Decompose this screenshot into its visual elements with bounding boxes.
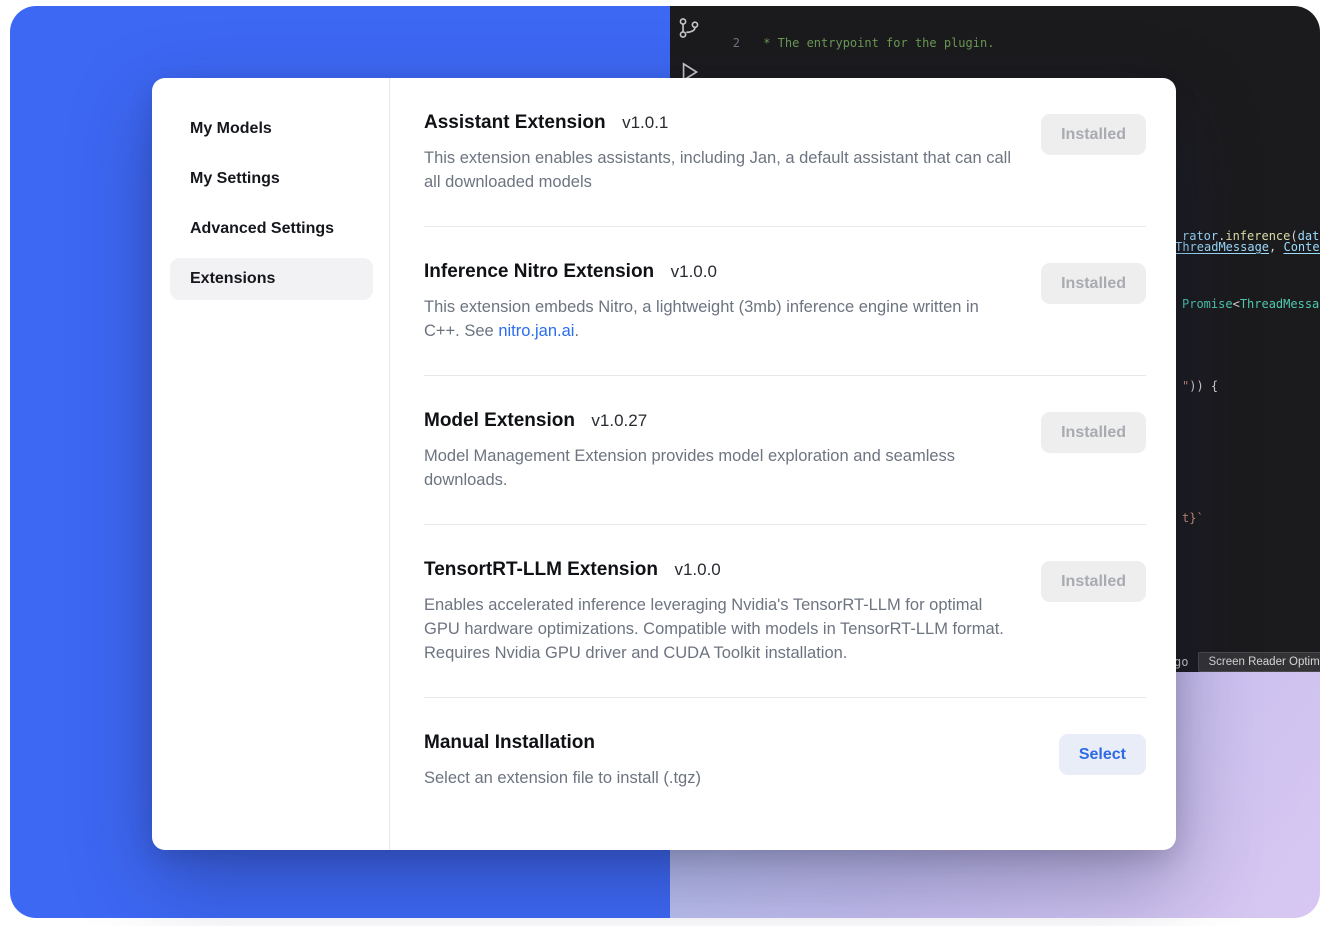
extension-title: Assistant Extension [424, 112, 606, 133]
extension-title-row: Assistant Extension v1.0.1 [424, 112, 1014, 134]
sidebar-item-label: Advanced Settings [190, 220, 334, 238]
extension-title-row: Manual Installation [424, 732, 701, 754]
extension-description: Enables accelerated inference leveraging… [424, 593, 1014, 665]
status-text: go [1174, 655, 1188, 669]
extension-title-row: Model Extension v1.0.27 [424, 410, 1014, 432]
editor-activity-bar [675, 14, 703, 86]
extension-title: Inference Nitro Extension [424, 261, 654, 282]
manual-installation-title: Manual Installation [424, 732, 595, 753]
nitro-jan-ai-link[interactable]: nitro.jan.ai [498, 322, 574, 340]
extension-title-row: TensortRT-LLM Extension v1.0.0 [424, 559, 1014, 581]
extension-description: This extension embeds Nitro, a lightweig… [424, 295, 1014, 343]
extension-version: v1.0.1 [622, 113, 668, 132]
extension-version: v1.0.0 [671, 262, 717, 281]
code-fragment: rator.inference(data)); [1182, 229, 1320, 243]
sidebar-item-advanced-settings[interactable]: Advanced Settings [170, 208, 373, 250]
extension-version: v1.0.27 [591, 411, 647, 430]
sidebar-item-label: Extensions [190, 270, 275, 288]
sidebar-item-label: My Models [190, 120, 272, 138]
installed-button[interactable]: Installed [1041, 263, 1146, 304]
source-control-icon[interactable] [675, 14, 703, 42]
screen-reader-badge: Screen Reader Optimize [1198, 652, 1320, 672]
extension-item: Assistant Extension v1.0.1 This extensio… [424, 78, 1146, 227]
code-text: * The entrypoint for the plugin. [756, 35, 994, 52]
extension-item: TensortRT-LLM Extension v1.0.0 Enables a… [424, 525, 1146, 698]
sidebar-item-label: My Settings [190, 170, 280, 188]
extension-item: Model Extension v1.0.27 Model Management… [424, 376, 1146, 525]
description-text: . [574, 322, 579, 340]
manual-installation-description: Select an extension file to install (.tg… [424, 766, 701, 790]
sidebar-item-extensions[interactable]: Extensions [170, 258, 373, 300]
manual-installation-item: Manual Installation Select an extension … [424, 698, 1146, 822]
extension-title-row: Inference Nitro Extension v1.0.0 [424, 261, 1014, 283]
installed-button[interactable]: Installed [1041, 412, 1146, 453]
extension-description: This extension enables assistants, inclu… [424, 146, 1014, 194]
sidebar-item-my-models[interactable]: My Models [170, 108, 373, 150]
line-number: 2 [726, 35, 740, 52]
settings-modal: My Models My Settings Advanced Settings … [152, 78, 1176, 850]
code-fragment: ")) { [1182, 379, 1218, 393]
code-fragment: t}` [1182, 511, 1204, 525]
settings-sidebar: My Models My Settings Advanced Settings … [152, 78, 390, 850]
code-fragment: Promise<ThreadMessage> [1182, 297, 1320, 311]
extension-title: TensortRT-LLM Extension [424, 559, 658, 580]
editor-status-row: go Screen Reader Optimize [1174, 652, 1320, 672]
sidebar-item-my-settings[interactable]: My Settings [170, 158, 373, 200]
code-line: 2 * The entrypoint for the plugin. [726, 35, 1320, 52]
installed-button[interactable]: Installed [1041, 561, 1146, 602]
extension-title: Model Extension [424, 410, 575, 431]
extensions-panel: Assistant Extension v1.0.1 This extensio… [390, 78, 1176, 850]
extension-description: Model Management Extension provides mode… [424, 444, 1014, 492]
select-file-button[interactable]: Select [1059, 734, 1146, 775]
installed-button[interactable]: Installed [1041, 114, 1146, 155]
extension-item: Inference Nitro Extension v1.0.0 This ex… [424, 227, 1146, 376]
extension-version: v1.0.0 [674, 560, 720, 579]
